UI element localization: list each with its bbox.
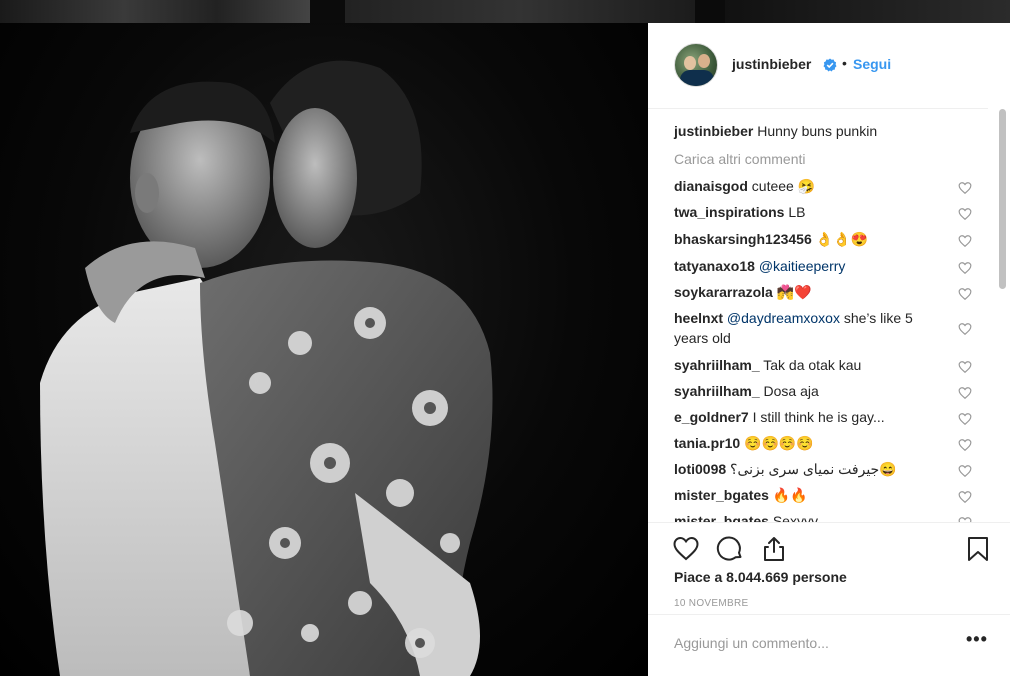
post-photo[interactable] <box>0 23 648 676</box>
comments-list[interactable]: justinbieber Hunny buns punkin Carica al… <box>648 109 1010 522</box>
post-date[interactable]: 10 NOVEMBRE <box>674 598 748 609</box>
background-thumbnail <box>725 0 1010 23</box>
comment-like-heart-icon[interactable] <box>958 464 972 478</box>
comment-text: cuteee 🤧 <box>751 178 816 194</box>
background-thumbnail <box>345 0 695 23</box>
avatar-figure <box>680 70 714 86</box>
comment-text: she’s like 5 <box>843 310 913 326</box>
comment-username[interactable]: mister_bgates <box>674 487 769 503</box>
comment-text: Dosa aja <box>763 383 819 399</box>
comment-item: tania.pr10 ☺️☺️☺️☺️ <box>674 433 964 453</box>
comment-item: twa_inspirations LB <box>674 202 964 222</box>
separator-dot: • <box>842 55 847 71</box>
comment-text: LB <box>788 204 806 220</box>
comment-like-heart-icon[interactable] <box>958 412 972 426</box>
comment-username[interactable]: syahriilham_ <box>674 383 760 399</box>
comment-item: tatyanaxo18 @kaitieeperry <box>674 256 964 276</box>
load-more-comments-button[interactable]: Carica altri commenti <box>674 151 805 167</box>
comment-username[interactable]: mister_bgates <box>674 513 769 522</box>
comment-text-continued: years old <box>674 330 731 346</box>
verified-badge-icon <box>823 58 837 72</box>
avatar[interactable] <box>674 43 718 87</box>
comment-mention[interactable]: @daydreamxoxox <box>727 310 840 326</box>
share-icon[interactable] <box>760 535 788 563</box>
comment-text: جیرفت نمیای سری بزنی؟😄 <box>730 461 897 477</box>
avatar-figure <box>684 56 696 70</box>
comment-username[interactable]: loti0098 <box>674 461 726 477</box>
comment-item: dianaisgod cuteee 🤧 <box>674 176 964 196</box>
comment-like-heart-icon[interactable] <box>958 287 972 301</box>
post-header: justinbieber • Segui <box>648 23 988 109</box>
comment-username[interactable]: twa_inspirations <box>674 204 784 220</box>
background-thumbnail <box>0 0 310 23</box>
comment-text: 🔥🔥 <box>772 487 808 503</box>
comment-text: Sexyyy <box>772 513 818 522</box>
photo-illustration <box>40 60 493 676</box>
comment-username[interactable]: e_goldner7 <box>674 409 749 425</box>
comment-text: 👌👌😍 <box>815 231 868 247</box>
comment-username[interactable]: dianaisgod <box>674 178 748 194</box>
add-comment-input[interactable] <box>674 633 934 653</box>
follow-button[interactable]: Segui <box>853 56 891 72</box>
comment-like-heart-icon[interactable] <box>958 438 972 452</box>
comment-username[interactable]: bhaskarsingh123456 <box>674 231 812 247</box>
comment-username[interactable]: tania.pr10 <box>674 435 740 451</box>
comment-text: I still think he is gay... <box>752 409 885 425</box>
background-thumbnails <box>0 0 1010 23</box>
comment-item: soykararrazola 💏❤️ <box>674 282 964 302</box>
bookmark-icon[interactable] <box>964 535 992 563</box>
comment-text: ☺️☺️☺️☺️ <box>744 435 814 451</box>
comment-username[interactable]: soykararrazola <box>674 284 773 300</box>
comment-text: Tak da otak kau <box>763 357 862 373</box>
comment-like-heart-icon[interactable] <box>958 322 972 336</box>
heart-icon[interactable] <box>672 535 700 563</box>
avatar-figure <box>698 54 710 68</box>
comment-item: bhaskarsingh123456 👌👌😍 <box>674 229 964 249</box>
comment-like-heart-icon[interactable] <box>958 207 972 221</box>
comment-username[interactable]: tatyanaxo18 <box>674 258 755 274</box>
comment-item: mister_bgates 🔥🔥 <box>674 485 964 505</box>
caption-username[interactable]: justinbieber <box>674 123 753 139</box>
comment-like-heart-icon[interactable] <box>958 490 972 504</box>
comment-text: 💏❤️ <box>776 284 812 300</box>
comment-item: loti0098 جیرفت نمیای سری بزنی؟😄 <box>674 459 964 479</box>
comments-scrollbar[interactable] <box>999 109 1006 289</box>
comment-username[interactable]: syahriilham_ <box>674 357 760 373</box>
comment-item: syahriilham_ Dosa aja <box>674 381 964 401</box>
more-options-button[interactable]: ••• <box>966 629 988 650</box>
post-caption: justinbieber Hunny buns punkin <box>674 123 877 139</box>
comment-like-heart-icon[interactable] <box>958 181 972 195</box>
comment-icon[interactable] <box>716 535 744 563</box>
post-side-panel: justinbieber • Segui justinbieber Hunny … <box>648 23 1010 676</box>
comment-item: syahriilham_ Tak da otak kau <box>674 355 964 375</box>
add-comment-section: ••• <box>648 614 1010 676</box>
comment-like-heart-icon[interactable] <box>958 234 972 248</box>
comment-item: mister_bgates Sexyyy <box>674 511 964 522</box>
caption-text: Hunny buns punkin <box>757 123 878 139</box>
comment-username[interactable]: heelnxt <box>674 310 723 326</box>
post-author-username[interactable]: justinbieber <box>732 56 811 72</box>
comment-mention[interactable]: @kaitieeperry <box>759 258 846 274</box>
likes-count[interactable]: Piace a 8.044.669 persone <box>674 569 847 585</box>
comment-like-heart-icon[interactable] <box>958 386 972 400</box>
comment-item: e_goldner7 I still think he is gay... <box>674 407 964 427</box>
instagram-post-modal: justinbieber • Segui justinbieber Hunny … <box>0 0 1010 676</box>
comment-item: heelnxt @daydreamxoxox she’s like 5 years… <box>674 308 964 348</box>
comment-like-heart-icon[interactable] <box>958 261 972 275</box>
comment-like-heart-icon[interactable] <box>958 360 972 374</box>
